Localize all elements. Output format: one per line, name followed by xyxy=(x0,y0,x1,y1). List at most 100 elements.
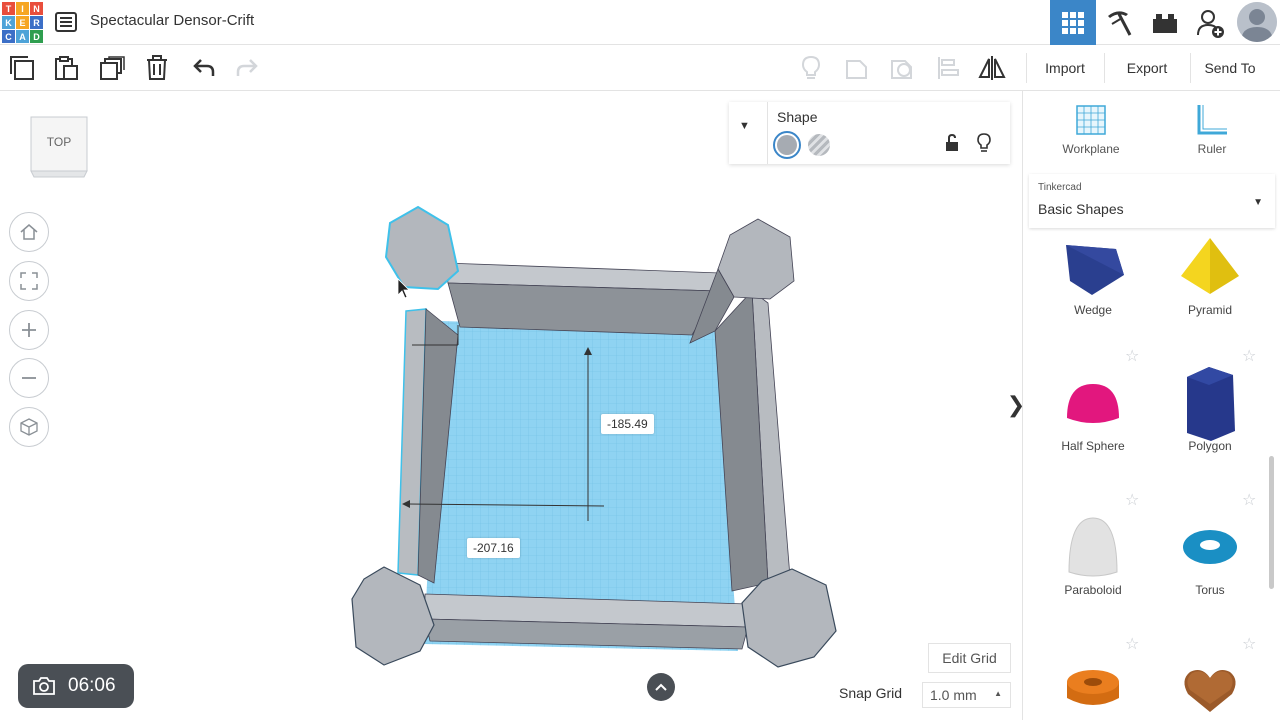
corner-post-bottom-left[interactable] xyxy=(351,566,435,666)
ungroup-button[interactable] xyxy=(888,54,916,82)
build-button[interactable] xyxy=(1096,0,1142,45)
view-cube[interactable]: TOP xyxy=(28,115,90,179)
shape-pyramid[interactable]: Pyramid xyxy=(1155,231,1265,317)
top-bar: T I N K E R C A D Spectacular Densor-Cri… xyxy=(0,0,1280,45)
copy-icon xyxy=(10,56,34,80)
favorite-star-icon[interactable]: ☆ xyxy=(1242,634,1256,654)
send-to-button[interactable]: Send To xyxy=(1194,45,1266,90)
logo-letter: E xyxy=(16,16,29,29)
lego-brick-icon xyxy=(1153,13,1177,33)
fit-all-icon xyxy=(20,272,38,290)
zoom-out-button[interactable] xyxy=(9,358,49,398)
project-title[interactable]: Spectacular Densor-Crift xyxy=(90,12,254,29)
avatar[interactable] xyxy=(1237,2,1277,42)
snap-grid-value: 1.0 mm xyxy=(930,687,977,703)
add-user-icon xyxy=(1197,9,1224,38)
snap-grid-select[interactable]: 1.0 mm ▲ xyxy=(922,682,1011,708)
shape-inspector: ▼ Shape xyxy=(729,102,1010,164)
toolbar-divider xyxy=(1026,53,1027,83)
duplicate-icon xyxy=(100,56,125,80)
favorite-star-icon[interactable]: ☆ xyxy=(1242,346,1256,366)
shape-label: Wedge xyxy=(1074,303,1112,317)
align-button[interactable] xyxy=(934,54,962,82)
edit-grid-button[interactable]: Edit Grid xyxy=(928,643,1011,673)
solid-color-button[interactable] xyxy=(773,131,801,159)
redo-icon xyxy=(236,59,258,76)
shape-label: Torus xyxy=(1195,583,1225,597)
shape-heart[interactable] xyxy=(1155,653,1265,720)
shape-label: Half Sphere xyxy=(1061,439,1125,453)
export-button[interactable]: Export xyxy=(1108,45,1186,90)
design-list-icon[interactable] xyxy=(55,11,77,33)
timer-value: 06:06 xyxy=(68,675,116,696)
logo-letter: A xyxy=(16,30,29,43)
sidebar-scrollbar[interactable] xyxy=(1269,456,1274,589)
hole-button[interactable] xyxy=(808,134,830,156)
scroll-up-button[interactable] xyxy=(647,673,675,701)
undo-button[interactable] xyxy=(190,54,218,82)
visibility-lightbulb-icon[interactable] xyxy=(976,133,992,158)
x-dimension-input[interactable]: -207.16 xyxy=(467,538,520,558)
home-view-button[interactable] xyxy=(9,212,49,252)
logo-letter: C xyxy=(2,30,15,43)
toolbar-divider xyxy=(1190,53,1191,83)
mirror-icon xyxy=(978,56,1006,80)
shape-torus[interactable]: Torus xyxy=(1155,511,1265,597)
favorite-star-icon[interactable]: ☆ xyxy=(1125,490,1139,510)
library-source: Tinkercad xyxy=(1038,182,1082,193)
notes-button[interactable] xyxy=(797,54,825,82)
paste-button[interactable] xyxy=(52,54,80,82)
align-icon xyxy=(938,57,959,79)
collapse-panel-button[interactable]: ❯ xyxy=(1004,377,1022,433)
shape-paraboloid[interactable]: Paraboloid xyxy=(1038,511,1148,597)
favorite-star-icon[interactable]: ☆ xyxy=(1242,490,1256,510)
shape-half-sphere[interactable]: Half Sphere xyxy=(1038,367,1148,453)
view-cube-label: TOP xyxy=(46,135,72,149)
caret-icon: ▲ xyxy=(994,689,1002,698)
shape-label: Paraboloid xyxy=(1064,583,1122,597)
recording-timer[interactable]: 06:06 xyxy=(18,664,134,708)
corner-post-top-left[interactable] xyxy=(384,205,460,291)
grid-view-button[interactable] xyxy=(1050,0,1096,45)
bricks-button[interactable] xyxy=(1142,0,1188,45)
3d-viewport[interactable]: TOP ▼ Shape -185.49 -207.16 ❯ 06:06 xyxy=(0,91,1022,720)
header-actions xyxy=(1050,0,1280,45)
group-button[interactable] xyxy=(843,54,871,82)
group-icon xyxy=(846,60,867,79)
home-icon xyxy=(20,224,38,240)
y-dimension-input[interactable]: -185.49 xyxy=(601,414,654,434)
favorite-star-icon[interactable]: ☆ xyxy=(1125,634,1139,654)
delete-button[interactable] xyxy=(143,54,171,82)
mirror-button[interactable] xyxy=(978,54,1006,82)
scene-canvas[interactable] xyxy=(0,91,1022,720)
ruler-tool[interactable]: Ruler xyxy=(1172,103,1252,156)
duplicate-button[interactable] xyxy=(98,54,126,82)
perspective-button[interactable] xyxy=(9,407,49,447)
import-button[interactable]: Import xyxy=(1030,45,1100,90)
wedge-icon xyxy=(1066,245,1124,295)
shape-tube[interactable] xyxy=(1038,653,1148,720)
tinkercad-logo[interactable]: T I N K E R C A D xyxy=(2,2,43,43)
logo-letter: N xyxy=(30,2,43,15)
corner-post-top-right[interactable] xyxy=(717,218,795,300)
workplane-label: Workplane xyxy=(1062,142,1120,156)
trash-icon xyxy=(147,55,167,80)
redo-button[interactable] xyxy=(233,54,261,82)
invite-user-button[interactable] xyxy=(1188,0,1234,45)
workplane-icon xyxy=(1076,105,1106,135)
zoom-in-button[interactable] xyxy=(9,310,49,350)
workplane-tool[interactable]: Workplane xyxy=(1051,103,1131,156)
cube-perspective-icon xyxy=(20,418,38,436)
shape-polygon[interactable]: Polygon xyxy=(1155,367,1265,453)
profile-avatar-icon xyxy=(1237,2,1277,42)
shape-library-select[interactable]: Tinkercad Basic Shapes ▼ xyxy=(1029,174,1275,228)
fit-view-button[interactable] xyxy=(9,261,49,301)
shape-wedge[interactable]: Wedge xyxy=(1038,231,1148,317)
pickaxe-icon xyxy=(1108,10,1132,36)
inspector-divider xyxy=(767,102,768,164)
copy-button[interactable] xyxy=(8,54,36,82)
collapse-inspector-button[interactable]: ▼ xyxy=(739,120,750,132)
favorite-star-icon[interactable]: ☆ xyxy=(1125,346,1139,366)
lock-icon[interactable] xyxy=(945,133,959,157)
shape-label: Pyramid xyxy=(1187,303,1232,317)
